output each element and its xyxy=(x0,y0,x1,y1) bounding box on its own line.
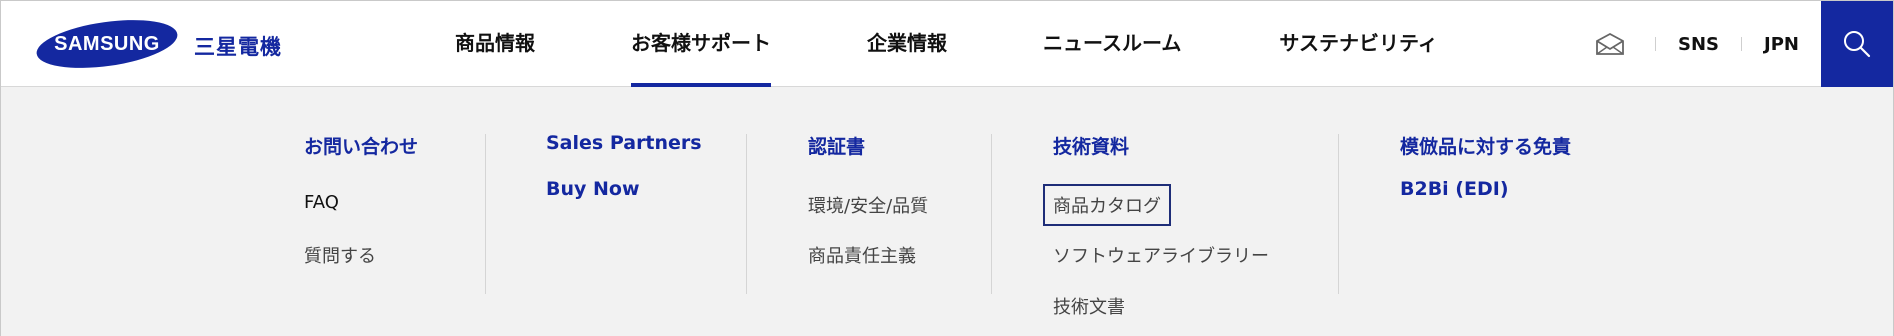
column-divider xyxy=(1338,134,1339,294)
support-mega-menu: お問い合わせ FAQ 質問する Sales Partners Buy Now 認… xyxy=(1,88,1893,336)
nav-item-products[interactable]: 商品情報 xyxy=(455,1,535,87)
nav-item-company[interactable]: 企業情報 xyxy=(867,1,947,87)
heading-b2bi-edi[interactable]: B2Bi (EDI) xyxy=(1400,178,1509,200)
heading-counterfeit-disclaimer[interactable]: 模倣品に対する免責 xyxy=(1400,132,1571,159)
sns-link[interactable]: SNS xyxy=(1656,34,1741,55)
link-ask-question[interactable]: 質問する xyxy=(304,242,376,268)
nav-item-support[interactable]: お客様サポート xyxy=(631,1,771,87)
link-faq[interactable]: FAQ xyxy=(304,192,339,213)
heading-inquiry[interactable]: お問い合わせ xyxy=(304,132,418,159)
company-subname: 三星電機 xyxy=(194,35,282,59)
heading-sales-partners[interactable]: Sales Partners xyxy=(546,132,702,154)
utility-menu: SNS JPN xyxy=(1595,1,1821,87)
heading-technical-docs[interactable]: 技術資料 xyxy=(1053,132,1129,159)
global-header: SAMSUNG 三星電機 商品情報 お客様サポート 企業情報 ニュースルーム サ… xyxy=(1,1,1893,87)
mail-icon[interactable] xyxy=(1595,32,1625,56)
column-divider xyxy=(485,134,486,294)
heading-certificates[interactable]: 認証書 xyxy=(808,132,865,159)
link-product-liability[interactable]: 商品責任主義 xyxy=(808,242,916,268)
link-env-safety-quality[interactable]: 環境/安全/品質 xyxy=(808,192,928,218)
heading-buy-now[interactable]: Buy Now xyxy=(546,178,640,200)
column-divider xyxy=(746,134,747,294)
samsung-logo[interactable]: SAMSUNG xyxy=(35,19,179,69)
main-navigation: 商品情報 お客様サポート 企業情報 ニュースルーム サステナビリティ xyxy=(431,1,1438,87)
link-technical-documents[interactable]: 技術文書 xyxy=(1053,293,1125,319)
nav-item-newsroom[interactable]: ニュースルーム xyxy=(1043,1,1181,87)
column-divider xyxy=(991,134,992,294)
search-button[interactable] xyxy=(1821,1,1893,87)
logo-text: SAMSUNG xyxy=(54,33,160,55)
search-icon xyxy=(1844,31,1871,58)
page-frame: SAMSUNG 三星電機 商品情報 お客様サポート 企業情報 ニュースルーム サ… xyxy=(0,0,1894,336)
link-software-library[interactable]: ソフトウェアライブラリー xyxy=(1053,242,1269,268)
link-product-catalog[interactable]: 商品カタログ xyxy=(1043,184,1171,226)
nav-item-sustainability[interactable]: サステナビリティ xyxy=(1279,1,1437,87)
language-selector[interactable]: JPN xyxy=(1742,34,1821,55)
